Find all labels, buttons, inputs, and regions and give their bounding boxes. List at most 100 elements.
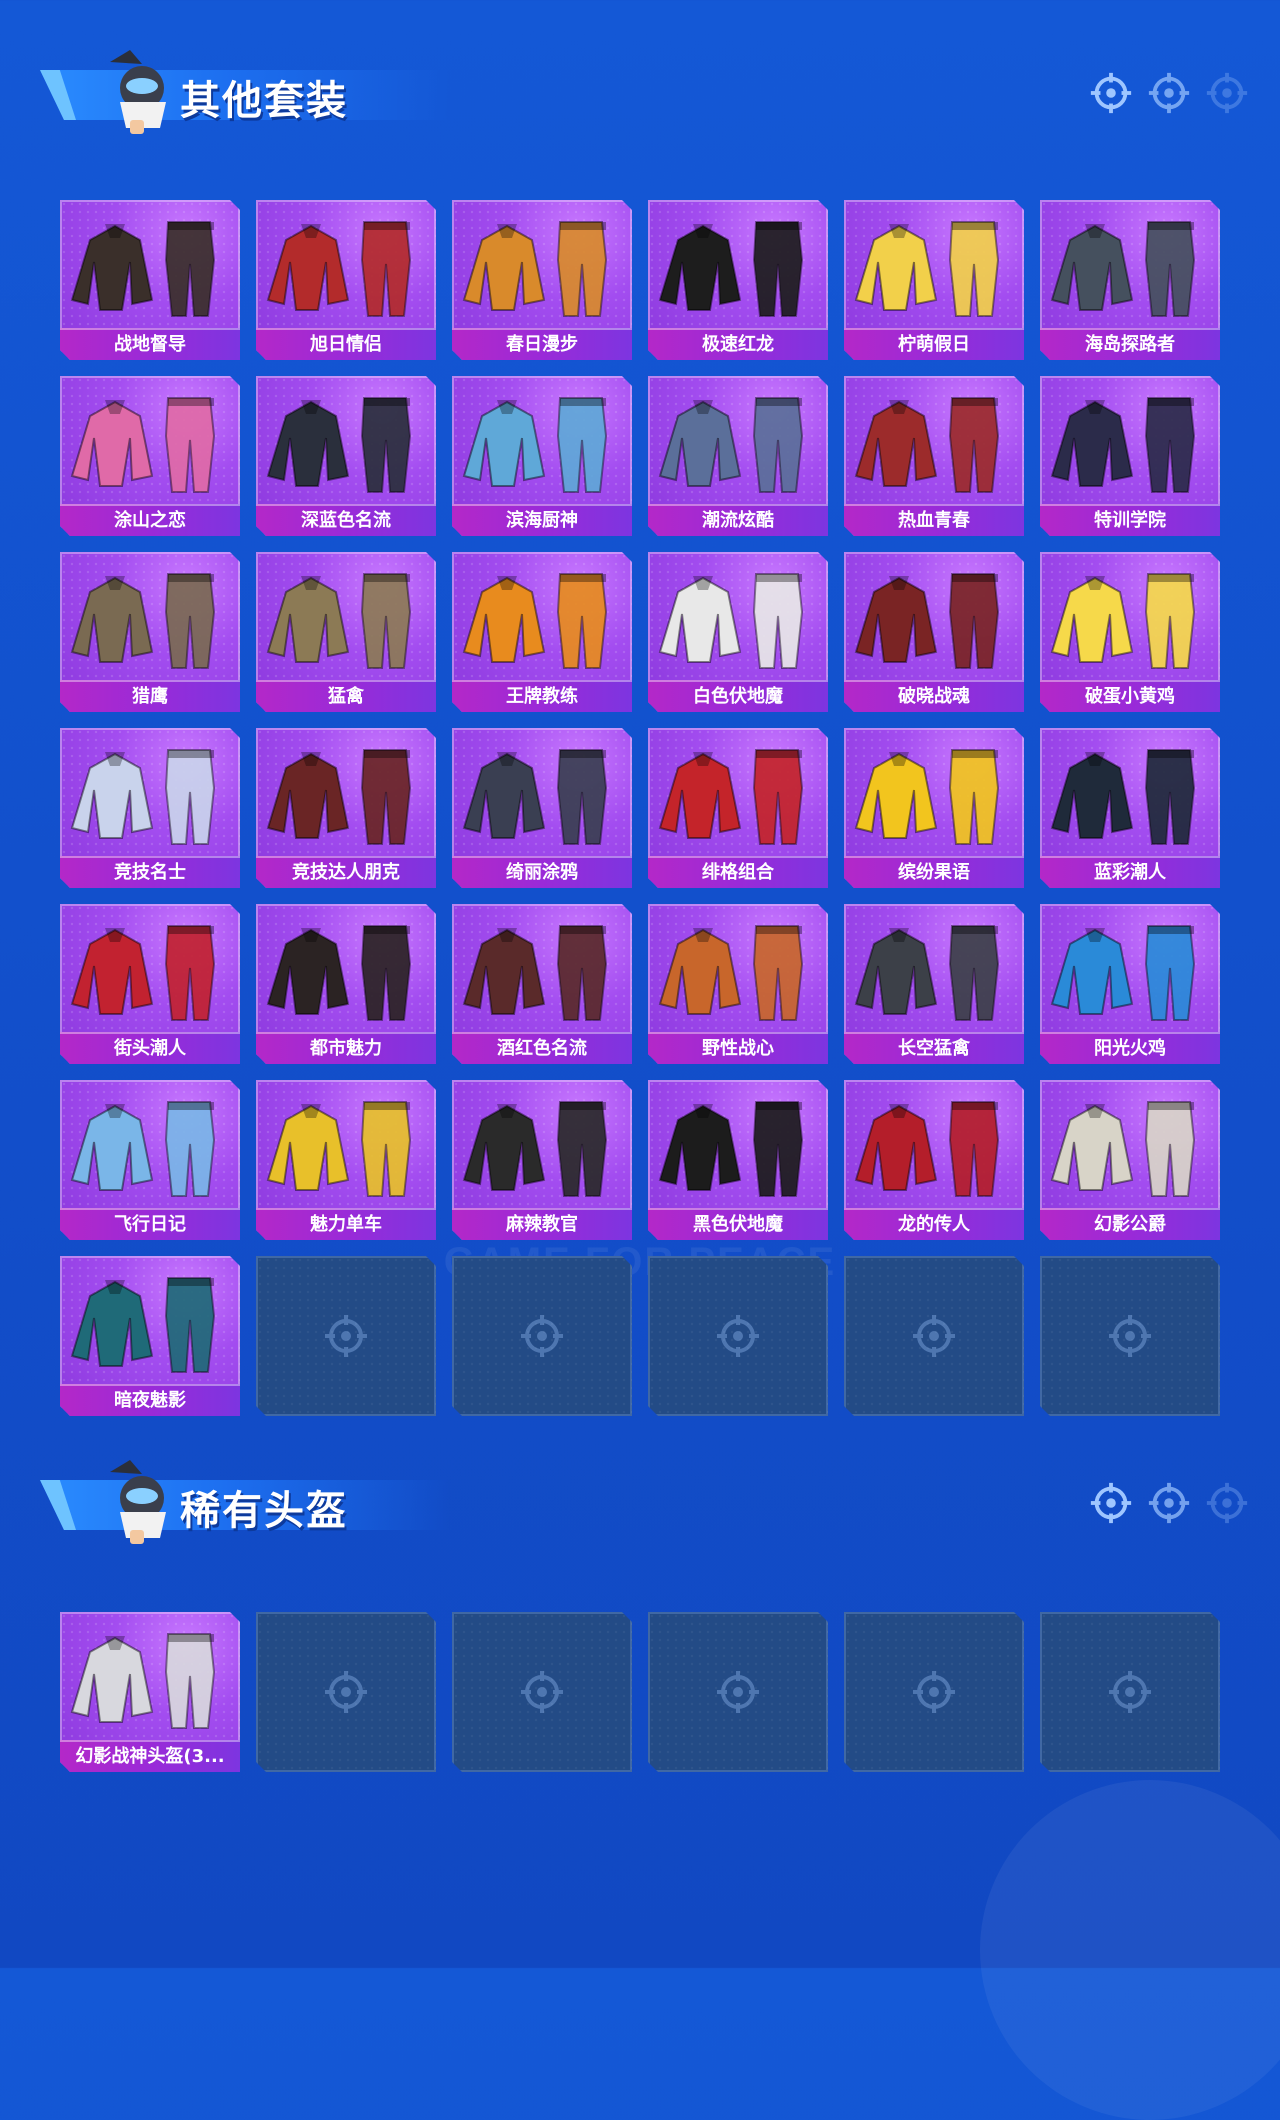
item-name: 热血青春	[844, 504, 1024, 536]
item-name: 幻影战神头盔(3...	[60, 1740, 240, 1772]
item-card[interactable]: 热血青春	[844, 376, 1024, 536]
item-card[interactable]: 春日漫步	[452, 200, 632, 360]
empty-slot	[452, 1612, 632, 1772]
crosshair-icon	[521, 1315, 563, 1357]
item-name: 柠萌假日	[844, 328, 1024, 360]
item-card[interactable]: 都市魅力	[256, 904, 436, 1064]
item-card[interactable]: 特训学院	[1040, 376, 1220, 536]
outfit-image	[1050, 221, 1196, 317]
item-card[interactable]: 破晓战魂	[844, 552, 1024, 712]
item-card[interactable]: 柠萌假日	[844, 200, 1024, 360]
item-card[interactable]: 绯格组合	[648, 728, 828, 888]
item-name: 竞技名士	[60, 856, 240, 888]
item-card[interactable]: 深蓝色名流	[256, 376, 436, 536]
item-card[interactable]: 竞技名士	[60, 728, 240, 888]
item-card[interactable]: 王牌教练	[452, 552, 632, 712]
empty-slot	[256, 1612, 436, 1772]
item-card[interactable]: 幻影公爵	[1040, 1080, 1220, 1240]
crosshair-icon	[521, 1671, 563, 1713]
outfit-image	[70, 749, 216, 845]
crosshair-icon	[1148, 72, 1190, 114]
outfit-image	[854, 925, 1000, 1021]
item-card[interactable]: 战地督导	[60, 200, 240, 360]
item-card[interactable]: 黑色伏地魔	[648, 1080, 828, 1240]
item-name: 白色伏地魔	[648, 680, 828, 712]
item-card[interactable]: 魅力单车	[256, 1080, 436, 1240]
empty-slot	[1040, 1612, 1220, 1772]
item-card[interactable]: 麻辣教官	[452, 1080, 632, 1240]
item-card[interactable]: 极速红龙	[648, 200, 828, 360]
item-card[interactable]: 破蛋小黄鸡	[1040, 552, 1220, 712]
outfit-image	[1050, 1101, 1196, 1197]
item-card[interactable]: 滨海厨神	[452, 376, 632, 536]
item-name: 猎鹰	[60, 680, 240, 712]
item-card[interactable]: 酒红色名流	[452, 904, 632, 1064]
crosshair-decoration	[1088, 70, 1250, 116]
outfit-image	[658, 925, 804, 1021]
item-name: 海岛探路者	[1040, 328, 1220, 360]
outfit-image	[70, 573, 216, 669]
item-card[interactable]: 蓝彩潮人	[1040, 728, 1220, 888]
section-header: 其他套装	[30, 42, 1260, 138]
item-name: 酒红色名流	[452, 1032, 632, 1064]
outfit-image	[70, 1633, 216, 1729]
section-title: 其他套装	[180, 78, 348, 124]
item-card[interactable]: 潮流炫酷	[648, 376, 828, 536]
crosshair-icon	[717, 1315, 759, 1357]
item-name: 滨海厨神	[452, 504, 632, 536]
empty-slot	[1040, 1256, 1220, 1416]
outfit-image	[658, 1101, 804, 1197]
outfit-image	[462, 925, 608, 1021]
item-card[interactable]: 飞行日记	[60, 1080, 240, 1240]
outfit-image	[266, 925, 412, 1021]
item-card[interactable]: 街头潮人	[60, 904, 240, 1064]
item-card[interactable]: 绮丽涂鸦	[452, 728, 632, 888]
item-card[interactable]: 白色伏地魔	[648, 552, 828, 712]
item-card[interactable]: 旭日情侣	[256, 200, 436, 360]
item-card[interactable]: 缤纷果语	[844, 728, 1024, 888]
empty-slot	[648, 1256, 828, 1416]
outfit-image	[854, 573, 1000, 669]
outfit-image	[70, 1101, 216, 1197]
item-card[interactable]: 暗夜魅影	[60, 1256, 240, 1416]
crosshair-icon	[1148, 1482, 1190, 1524]
crosshair-icon	[325, 1671, 367, 1713]
item-name: 特训学院	[1040, 504, 1220, 536]
item-name: 战地督导	[60, 328, 240, 360]
item-name: 幻影公爵	[1040, 1208, 1220, 1240]
item-name: 魅力单车	[256, 1208, 436, 1240]
section-title: 稀有头盔	[180, 1488, 348, 1534]
item-name: 阳光火鸡	[1040, 1032, 1220, 1064]
crosshair-icon	[1109, 1315, 1151, 1357]
outfit-image	[854, 749, 1000, 845]
item-card[interactable]: 野性战心	[648, 904, 828, 1064]
item-name: 竞技达人朋克	[256, 856, 436, 888]
crosshair-icon	[325, 1315, 367, 1357]
outfit-image	[70, 397, 216, 493]
item-name: 破晓战魂	[844, 680, 1024, 712]
item-name: 春日漫步	[452, 328, 632, 360]
item-card[interactable]: 涂山之恋	[60, 376, 240, 536]
outfit-image	[1050, 925, 1196, 1021]
item-name: 破蛋小黄鸡	[1040, 680, 1220, 712]
outfit-image	[266, 573, 412, 669]
item-card[interactable]: 猎鹰	[60, 552, 240, 712]
outfit-image	[266, 749, 412, 845]
crosshair-icon	[1206, 72, 1248, 114]
item-name: 龙的传人	[844, 1208, 1024, 1240]
item-card[interactable]: 阳光火鸡	[1040, 904, 1220, 1064]
item-card[interactable]: 幻影战神头盔(3...	[60, 1612, 240, 1772]
item-name: 王牌教练	[452, 680, 632, 712]
outfit-image	[658, 573, 804, 669]
item-name: 街头潮人	[60, 1032, 240, 1064]
empty-slot	[648, 1612, 828, 1772]
item-card[interactable]: 竞技达人朋克	[256, 728, 436, 888]
item-grid: 战地督导 旭日情侣 春日漫步 极速红龙 柠萌假日 海岛探路者涂山之恋 深蓝色名流 滨海厨神 潮流…	[60, 200, 1220, 1416]
crosshair-icon	[717, 1671, 759, 1713]
item-name: 野性战心	[648, 1032, 828, 1064]
crosshair-icon	[913, 1315, 955, 1357]
item-card[interactable]: 长空猛禽	[844, 904, 1024, 1064]
item-card[interactable]: 龙的传人	[844, 1080, 1024, 1240]
item-card[interactable]: 海岛探路者	[1040, 200, 1220, 360]
item-card[interactable]: 猛禽	[256, 552, 436, 712]
